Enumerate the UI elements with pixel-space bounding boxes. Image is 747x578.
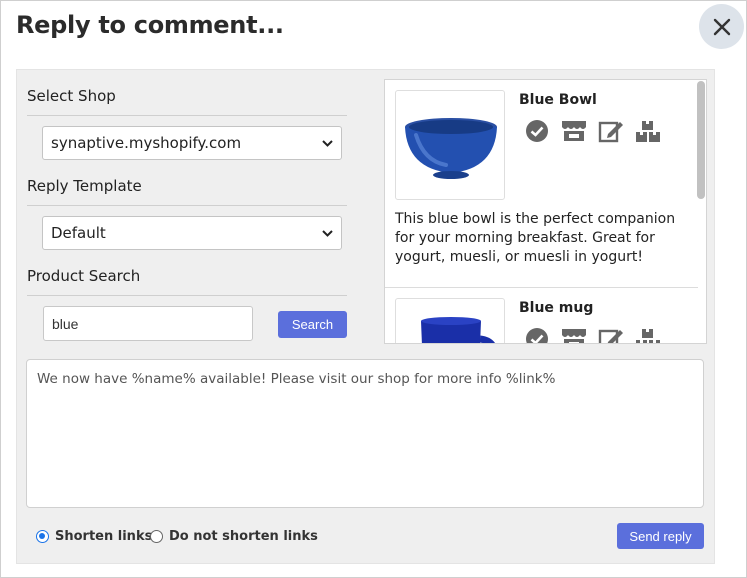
edit-icon[interactable]	[597, 117, 624, 144]
template-select[interactable]: Default	[42, 216, 342, 250]
divider	[385, 287, 698, 288]
shorten-links-option[interactable]: Shorten links	[36, 529, 152, 544]
no-shorten-links-radio[interactable]	[150, 530, 163, 543]
store-icon[interactable]	[560, 117, 587, 144]
reply-dialog: Reply to comment... Select Shop synaptiv…	[0, 0, 747, 578]
edit-icon[interactable]	[597, 325, 624, 343]
divider	[27, 295, 347, 296]
boxes-icon[interactable]	[634, 325, 661, 343]
template-select-value: Default	[51, 224, 106, 242]
divider	[27, 115, 347, 116]
product-actions	[523, 325, 661, 343]
send-reply-button[interactable]: Send reply	[617, 523, 704, 549]
product-list[interactable]: Blue Bowl This blue bowl is the perfect …	[384, 79, 707, 344]
divider	[27, 205, 347, 206]
product-name: Blue Bowl	[519, 92, 597, 108]
shorten-links-radio[interactable]	[36, 530, 49, 543]
reply-panel: Select Shop synaptive.myshopify.com Repl…	[16, 69, 715, 564]
scrollbar[interactable]	[697, 81, 705, 199]
boxes-icon[interactable]	[634, 117, 661, 144]
shop-select[interactable]: synaptive.myshopify.com	[42, 126, 342, 160]
store-icon[interactable]	[560, 325, 587, 343]
reply-template-label: Reply Template	[27, 177, 142, 195]
shorten-links-label: Shorten links	[55, 529, 153, 544]
no-shorten-links-label: Do not shorten links	[169, 529, 318, 544]
reply-text: We now have %name% available! Please vis…	[37, 371, 556, 387]
search-button[interactable]: Search	[278, 311, 347, 338]
check-circle-icon[interactable]	[523, 117, 550, 144]
product-search-label: Product Search	[27, 267, 141, 285]
product-search-input[interactable]: blue	[43, 306, 253, 341]
product-name: Blue mug	[519, 300, 594, 316]
product-description: This blue bowl is the perfect companion …	[395, 211, 676, 265]
close-icon	[713, 18, 730, 35]
check-circle-icon[interactable]	[523, 325, 550, 343]
no-shorten-links-option[interactable]: Do not shorten links	[150, 529, 318, 544]
dialog-title: Reply to comment...	[16, 11, 284, 39]
product-image-blue-mug	[395, 298, 505, 343]
chevron-down-icon	[322, 229, 333, 237]
reply-textarea[interactable]: We now have %name% available! Please vis…	[26, 359, 704, 508]
product-actions	[523, 117, 661, 144]
chevron-down-icon	[322, 139, 333, 147]
select-shop-label: Select Shop	[27, 87, 116, 105]
shop-select-value: synaptive.myshopify.com	[51, 134, 242, 152]
product-image-blue-bowl	[395, 90, 505, 200]
search-input-value: blue	[52, 315, 79, 332]
close-button[interactable]	[699, 4, 744, 49]
